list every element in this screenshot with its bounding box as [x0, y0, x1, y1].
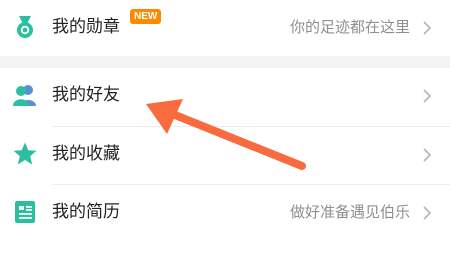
menu-group-main: 我的好友 我的收藏 我的简历 做好准备遇见伯乐: [0, 68, 450, 253]
menu-item-label: 我的简历: [52, 202, 120, 222]
menu-item-favorites[interactable]: 我的收藏: [0, 127, 450, 183]
menu-item-label: 我的好友: [52, 85, 120, 105]
friends-icon: [12, 82, 38, 108]
menu-group-top: 我的勋章 NEW 你的足迹都在这里: [0, 0, 450, 56]
chevron-right-icon: [422, 20, 432, 35]
medal-icon: [12, 14, 38, 40]
profile-menu-screen: 我的勋章 NEW 你的足迹都在这里 我的好友 我的收藏 我的简历 做好准备遇见伯…: [0, 0, 450, 253]
new-badge: NEW: [130, 9, 162, 24]
menu-item-label: 我的收藏: [52, 144, 120, 164]
menu-item-subtitle: 你的足迹都在这里: [289, 18, 410, 36]
menu-item-subtitle: 做好准备遇见伯乐: [289, 203, 410, 221]
menu-item-label: 我的勋章: [52, 17, 120, 37]
chevron-right-icon: [422, 88, 432, 103]
menu-item-resume[interactable]: 我的简历 做好准备遇见伯乐: [0, 185, 450, 241]
chevron-right-icon: [422, 147, 432, 162]
menu-item-medals[interactable]: 我的勋章 NEW 你的足迹都在这里: [0, 0, 450, 56]
resume-icon: [12, 199, 38, 225]
star-icon: [12, 141, 38, 167]
menu-item-friends[interactable]: 我的好友: [0, 68, 450, 124]
chevron-right-icon: [422, 205, 432, 220]
